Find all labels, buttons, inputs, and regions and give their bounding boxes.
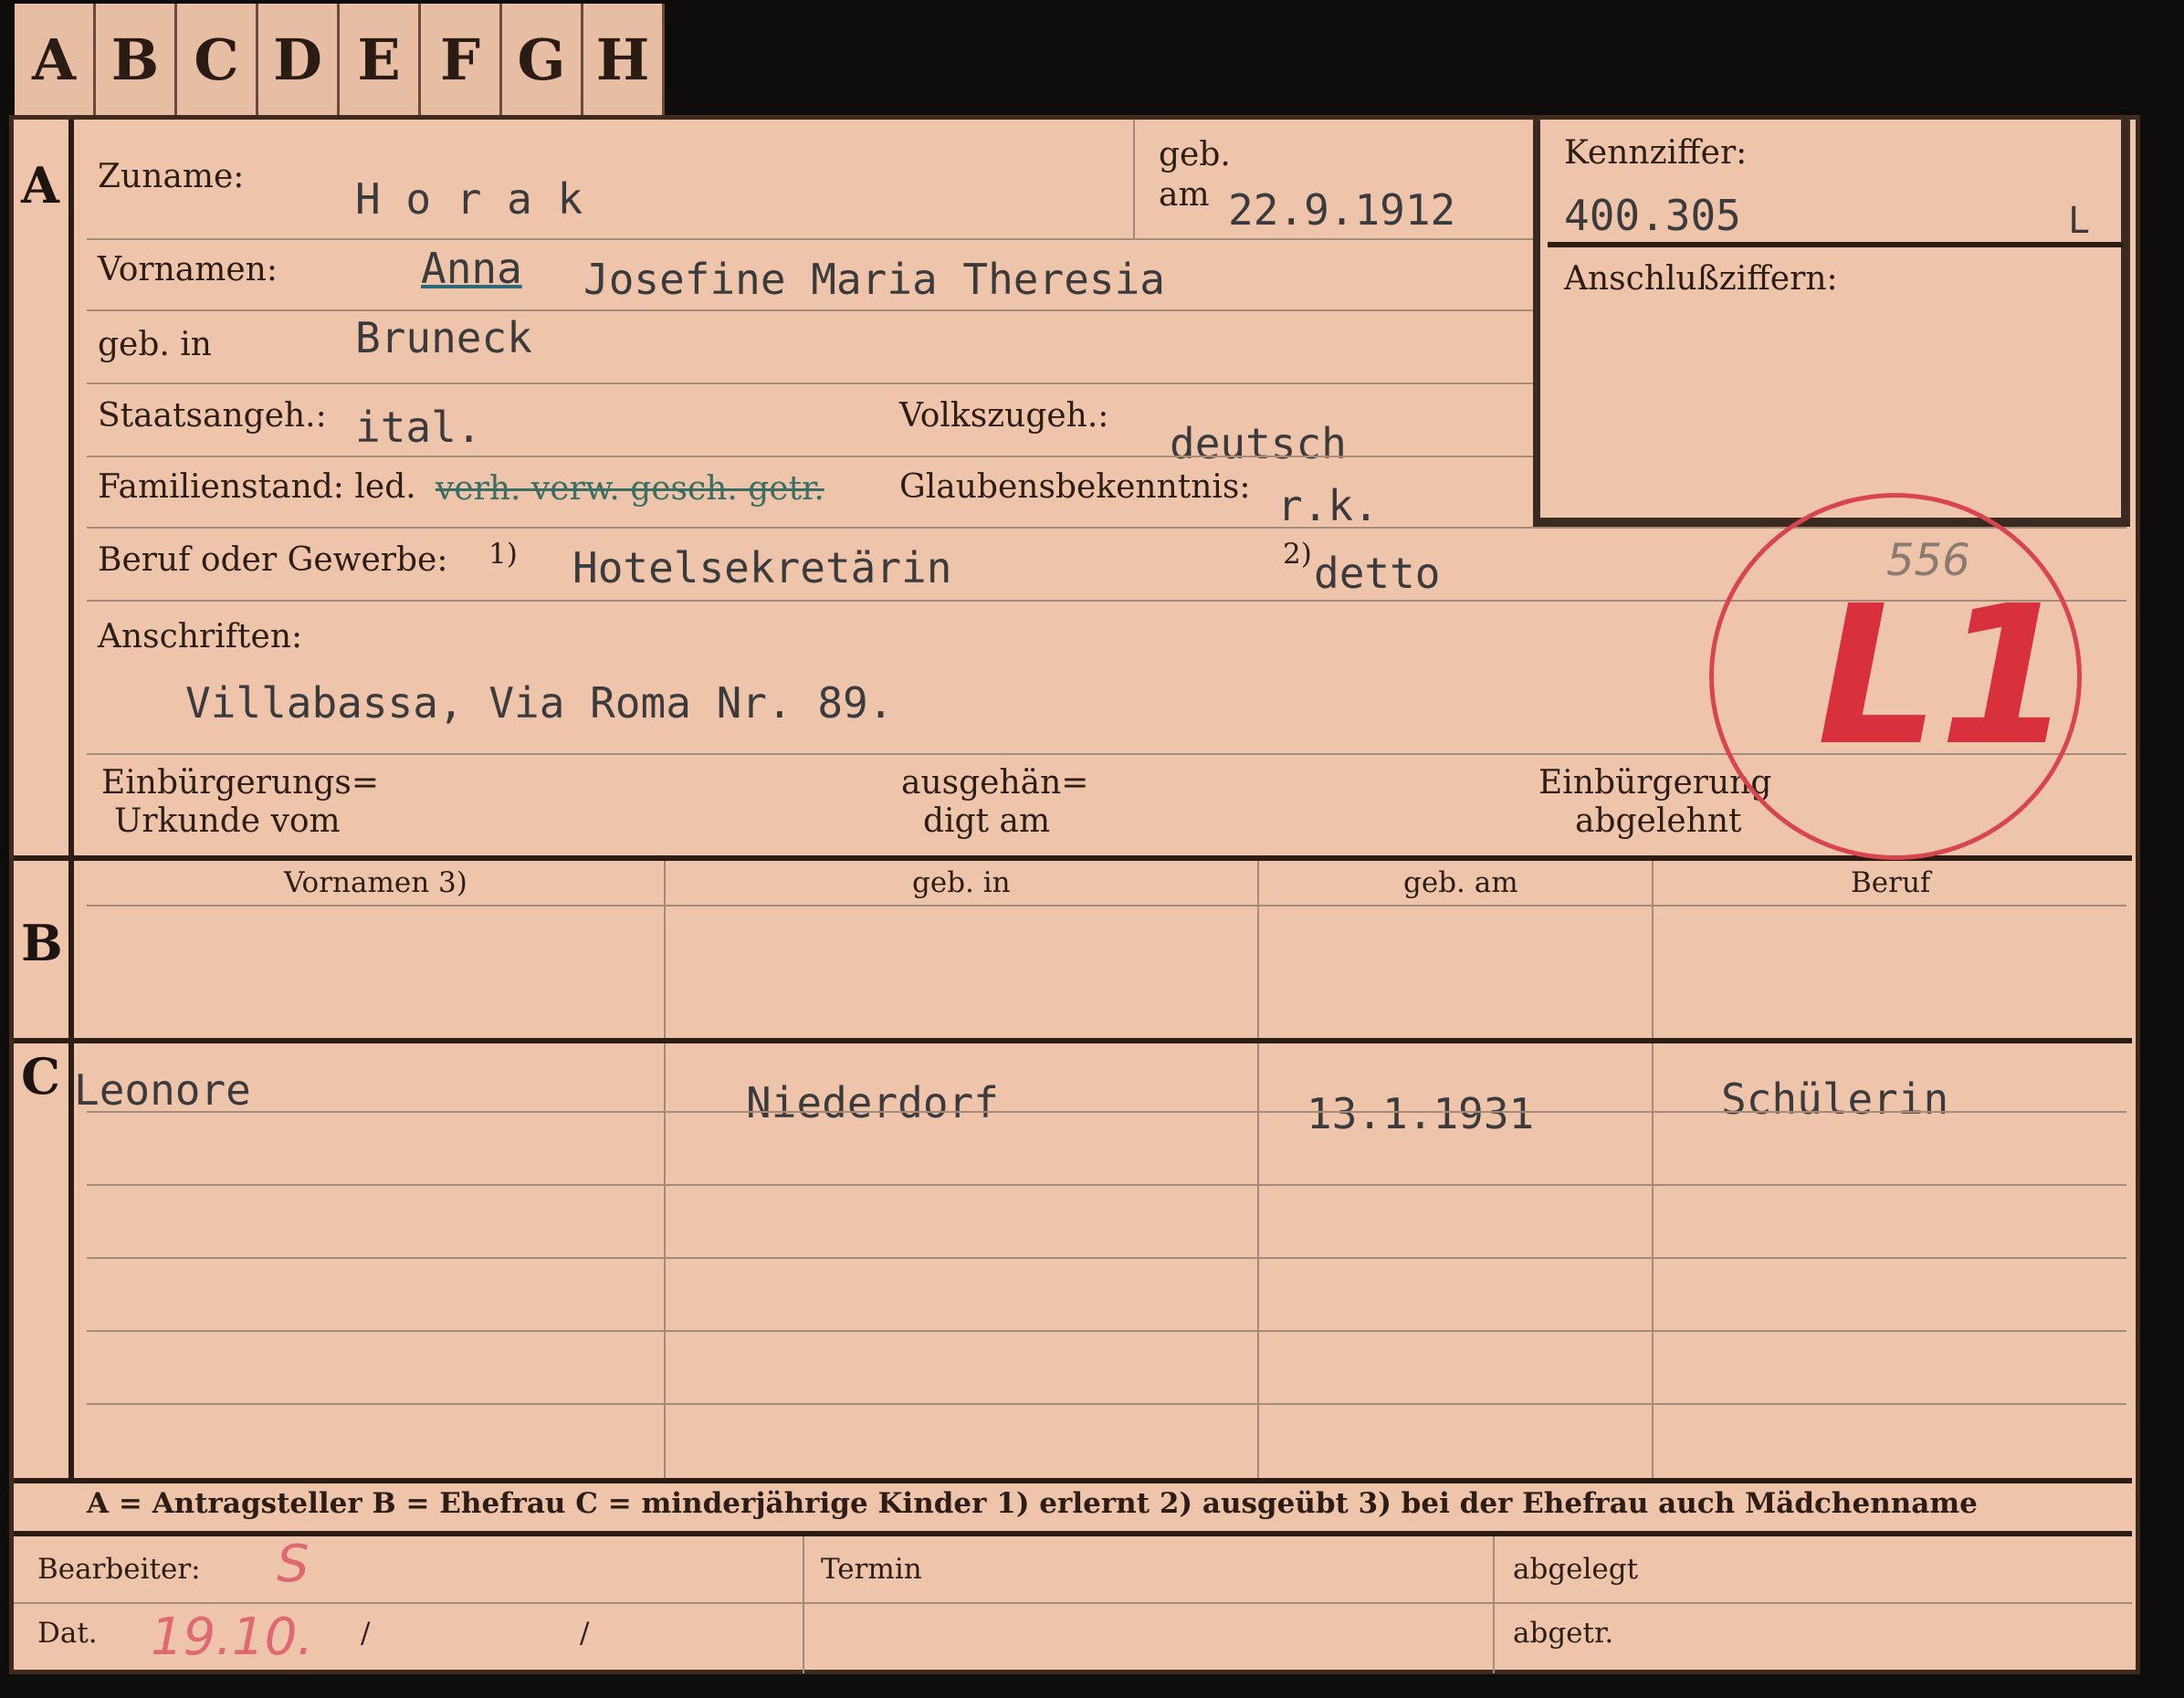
bearbeiter-date: 19.10.: [151, 1608, 314, 1667]
kennziffer-suffix: L: [2068, 200, 2091, 242]
ausgehaen-label: ausgehän=: [901, 764, 1089, 802]
kennziffer-underline: [1548, 242, 2123, 247]
registration-card: A B C Zuname: H o r a k geb. am 22.9.191…: [9, 115, 2140, 1674]
col-divider-2: [1257, 861, 1259, 1482]
abgetr-label: abgetr.: [1513, 1617, 1614, 1650]
rufname-value: Anna: [421, 244, 522, 293]
anschlussziffern-label: Anschlußziffern:: [1564, 260, 1838, 298]
beruf-label: Beruf oder Gewerbe:: [98, 541, 448, 579]
am-label: am: [1159, 176, 1210, 214]
col-divider-1: [664, 861, 666, 1482]
urkunde-vom-label: Urkunde vom: [114, 802, 341, 840]
kennziffer-box-right: [2121, 116, 2130, 527]
footnote-1-marker: 1): [488, 538, 518, 571]
row-line-3: [87, 383, 1533, 384]
child-1-geb-in: Niederdorf: [746, 1078, 999, 1127]
child-1-beruf: Schülerin: [1721, 1074, 1949, 1124]
index-tab-c: C: [177, 4, 258, 115]
footnote-2-marker: 2): [1283, 538, 1312, 571]
footer-divider-1: [803, 1536, 804, 1673]
abgelegt-label: abgelegt: [1513, 1553, 1639, 1586]
date-slash-2: /: [580, 1617, 590, 1650]
date-slash-1: /: [361, 1617, 371, 1650]
section-c-letter: C: [21, 1047, 60, 1106]
col-geb-in-header: geb. in: [912, 866, 1011, 899]
legend: A = Antragsteller B = Ehefrau C = minder…: [87, 1487, 1978, 1520]
row-line-2: [87, 309, 1533, 311]
left-rule: [68, 120, 74, 1480]
geb-label: geb.: [1159, 136, 1231, 173]
col-vornamen-header: Vornamen 3): [284, 866, 467, 899]
bearbeiter-label: Bearbeiter:: [37, 1553, 201, 1586]
geb-in-label: geb. in: [98, 326, 212, 363]
row-line-4: [87, 456, 1533, 457]
staatsangeh-value: ital.: [355, 403, 482, 452]
section-a-letter: A: [21, 156, 59, 215]
row-line-1: [87, 238, 1533, 240]
zuname-value: H o r a k: [355, 174, 583, 224]
bearbeiter-initial: S: [277, 1535, 310, 1594]
digt-am-label: digt am: [923, 802, 1051, 840]
vornamen-value: Josefine Maria Theresia: [583, 255, 1165, 304]
col-beruf-header: Beruf: [1851, 866, 1931, 899]
einbuergerungs-label: Einbürgerungs=: [101, 764, 380, 802]
dat-label: Dat.: [37, 1617, 98, 1650]
c-row-line-2: [87, 1184, 2126, 1186]
staatsangeh-label: Staatsangeh.:: [98, 397, 327, 435]
section-b-top-rule: [14, 855, 2132, 861]
index-tab-d: D: [258, 4, 340, 115]
glaubensbekenntnis-label: Glaubensbekenntnis:: [899, 468, 1251, 506]
familienstand-struck-options: verh. verw. gesch. getr.: [436, 470, 824, 508]
footer-mid-line: [14, 1602, 2132, 1604]
beruf-erlernt-value: Hotelsekretärin: [572, 543, 952, 592]
termin-label: Termin: [821, 1553, 922, 1586]
index-tab-f: F: [421, 4, 502, 115]
kennziffer-label: Kennziffer:: [1564, 134, 1748, 172]
index-tab-b: B: [96, 4, 177, 115]
section-b-letter: B: [21, 914, 63, 972]
legend-bottom-rule: [14, 1531, 2132, 1536]
glaubensbekenntnis-value: r.k.: [1277, 481, 1379, 530]
child-1-vorname: Leonore: [74, 1065, 251, 1115]
kennziffer-value: 400.305: [1564, 191, 1741, 240]
volkszugeh-value: deutsch: [1170, 419, 1347, 468]
child-1-geb-am: 13.1.1931: [1307, 1089, 1535, 1138]
abgelehnt-label: abgelehnt: [1575, 802, 1742, 840]
index-tab-h: H: [583, 4, 665, 115]
geb-am-divider: [1133, 120, 1135, 238]
index-tab-e: E: [340, 4, 421, 115]
footer-divider-2: [1493, 1536, 1495, 1673]
legend-top-rule: [14, 1478, 2132, 1483]
volkszugeh-label: Volkszugeh.:: [899, 397, 1109, 435]
geb-in-value: Bruneck: [355, 313, 532, 362]
geb-am-value: 22.9.1912: [1228, 185, 1456, 235]
c-row-line-3: [87, 1257, 2126, 1259]
col-divider-3: [1652, 861, 1654, 1482]
col-geb-am-header: geb. am: [1403, 866, 1518, 899]
index-tab-a: A: [15, 4, 96, 115]
c-row-line-5: [87, 1403, 2126, 1405]
section-b-header-line: [87, 905, 2126, 907]
kennziffer-box: [1533, 116, 1540, 527]
index-tab-g: G: [502, 4, 583, 115]
c-row-line-4: [87, 1330, 2126, 1332]
section-c-top-rule: [14, 1038, 2132, 1043]
zuname-label: Zuname:: [98, 158, 245, 195]
familienstand-label: Familienstand: led.: [98, 468, 416, 506]
index-tabs: A B C D E F G H: [15, 4, 665, 115]
c-row-line-1: [87, 1111, 2126, 1113]
anschrift-value: Villabassa, Via Roma Nr. 89.: [185, 678, 894, 728]
beruf-ausgeuebt-value: detto: [1314, 549, 1441, 598]
vornamen-label: Vornamen:: [98, 251, 278, 288]
stamp-text: L1: [1817, 564, 2073, 788]
anschriften-label: Anschriften:: [98, 618, 303, 655]
